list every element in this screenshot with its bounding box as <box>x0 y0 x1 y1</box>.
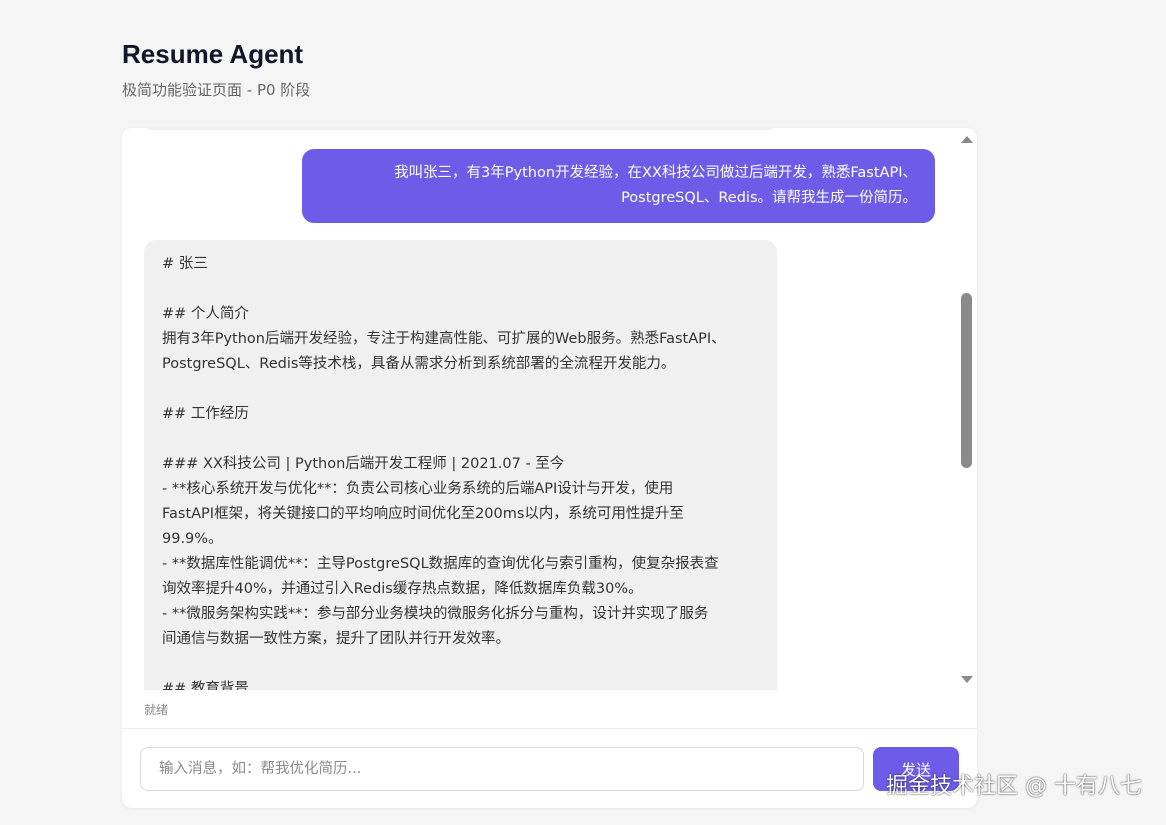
message-scrollbar[interactable] <box>957 128 977 690</box>
composer-divider <box>122 728 977 729</box>
scroll-up-arrow-icon[interactable] <box>961 136 973 143</box>
assistant-message-line: 询效率提升40%，并通过引入Redis缓存热点数据，降低数据库负载30%。 <box>162 581 643 597</box>
assistant-message-line: 间通信与数据一致性方案，提升了团队并行开发效率。 <box>162 631 510 647</box>
message-list[interactable]: 我叫张三，有3年Python开发经验，在XX科技公司做过后端开发，熟悉FastA… <box>122 128 977 690</box>
assistant-message-line <box>162 652 759 677</box>
assistant-message-bubble: # 张三 ## 个人简介 拥有3年Python后端开发经验，专注于构建高性能、可… <box>144 240 777 690</box>
assistant-message-line: 99.9%。 <box>162 531 223 547</box>
assistant-message-line: PostgreSQL、Redis等技术栈，具备从需求分析到系统部署的全流程开发能… <box>162 356 676 372</box>
assistant-message-line: - **数据库性能调优**：主导PostgreSQL数据库的查询优化与索引重构，… <box>162 556 719 572</box>
previous-message-bubble <box>144 128 776 130</box>
watermark: 掘金技术社区 @ 十有八七 <box>886 774 1142 799</box>
assistant-message-line <box>162 427 759 452</box>
assistant-message-line: - **核心系统开发与优化**：负责公司核心业务系统的后端API设计与开发，使用 <box>162 481 674 497</box>
assistant-message-line: ## 个人简介 <box>162 306 249 322</box>
assistant-message-line <box>162 277 759 302</box>
user-message-bubble: 我叫张三，有3年Python开发经验，在XX科技公司做过后端开发，熟悉FastA… <box>302 149 935 223</box>
scroll-down-arrow-icon[interactable] <box>961 676 973 683</box>
assistant-message-line: - **微服务架构实践**：参与部分业务模块的微服务化拆分与重构，设计并实现了服… <box>162 606 709 622</box>
assistant-message-line: FastAPI框架，将关键接口的平均响应时间优化至200ms以内，系统可用性提升… <box>162 506 684 522</box>
page-title: Resume Agent <box>122 39 304 69</box>
assistant-message-line: ## 教育背景 <box>162 681 249 690</box>
assistant-message-line: ## 工作经历 <box>162 406 249 422</box>
message-input[interactable] <box>140 747 864 791</box>
assistant-message-line: ### XX科技公司 | Python后端开发工程师 | 2021.07 - 至… <box>162 456 565 472</box>
user-message-line: 我叫张三，有3年Python开发经验，在XX科技公司做过后端开发，熟悉FastA… <box>394 165 917 181</box>
status-text: 就绪 <box>144 703 169 717</box>
page-subtitle: 极简功能验证页面 - P0 阶段 <box>122 81 311 99</box>
page-header: Resume Agent 极简功能验证页面 - P0 阶段 <box>122 36 310 100</box>
user-message-line: PostgreSQL、Redis。请帮我生成一份简历。 <box>621 190 917 206</box>
assistant-message-line: 拥有3年Python后端开发经验，专注于构建高性能、可扩展的Web服务。熟悉Fa… <box>162 331 726 347</box>
scrollbar-thumb[interactable] <box>961 293 972 468</box>
assistant-message-line <box>162 377 759 402</box>
assistant-message-line: # 张三 <box>162 256 208 272</box>
chat-panel: 我叫张三，有3年Python开发经验，在XX科技公司做过后端开发，熟悉FastA… <box>122 128 977 808</box>
